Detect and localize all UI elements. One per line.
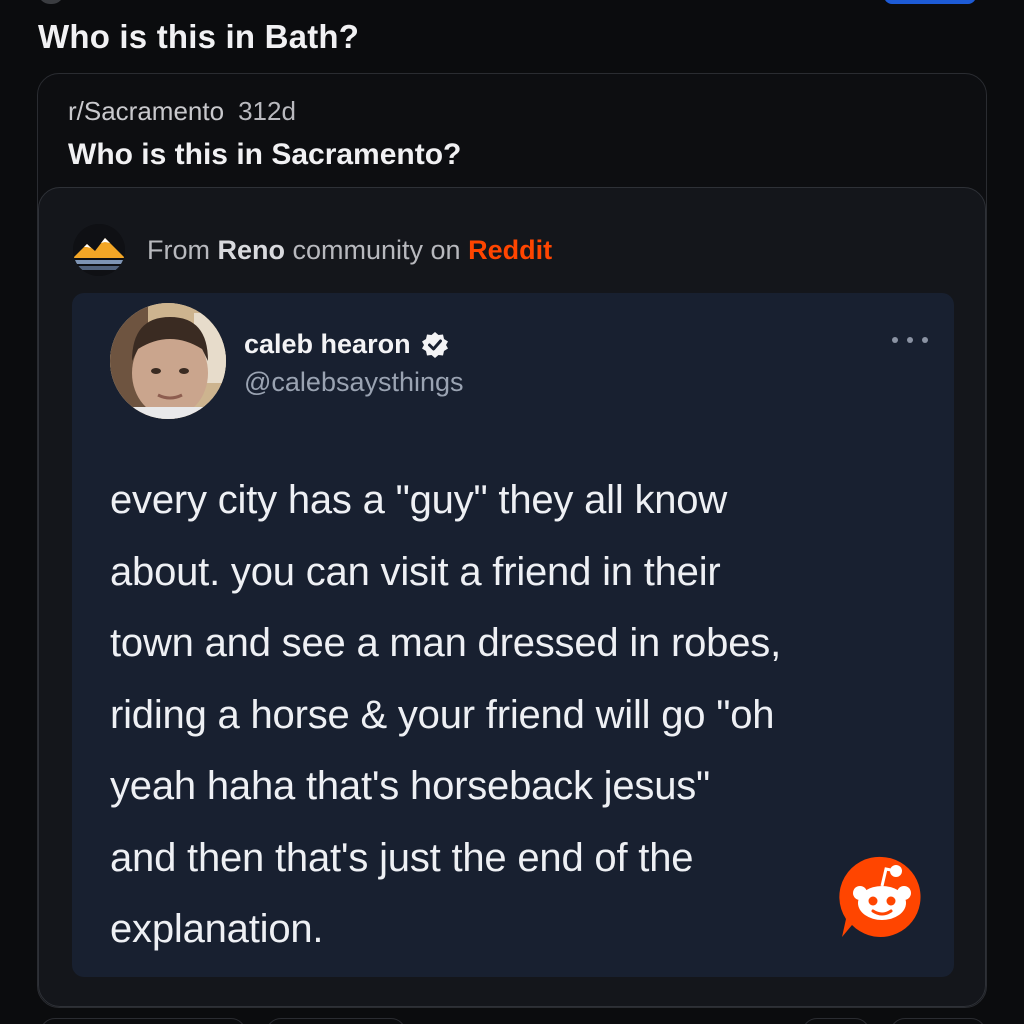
author-name: caleb hearon (244, 329, 449, 360)
author-name-text: caleb hearon (244, 329, 411, 359)
poster-avatar[interactable] (38, 0, 64, 4)
author-handle: @calebsaysthings (244, 367, 464, 397)
embed-source-text: From Reno community on Reddit (147, 235, 552, 266)
embed-header: From Reno community on Reddit (73, 224, 552, 276)
tweet-text: every city has a "guy" they all know abo… (110, 465, 940, 966)
crosspost-age: 312d (238, 96, 296, 126)
tweet-line: every city has a "guy" they all know (110, 478, 728, 522)
post-action-bar (0, 1014, 1024, 1024)
crosspost-subreddit[interactable]: r/Sacramento (68, 96, 224, 126)
crosspost-title[interactable]: Who is this in Sacramento? (68, 138, 461, 172)
tweet-line: and then that's just the end of the (110, 835, 694, 880)
tweet-line: about. you can visit a friend in their (110, 549, 721, 594)
tweet-image[interactable]: caleb hearon @calebsaysthings every city… (72, 293, 954, 977)
award-button[interactable] (802, 1018, 870, 1024)
crosspost-card[interactable]: r/Sacramento 312d Who is this in Sacramen… (37, 73, 987, 1008)
verified-check-icon (421, 331, 448, 358)
embed-platform-name[interactable]: Reddit (468, 235, 552, 265)
join-button[interactable] (884, 0, 976, 4)
embed-card[interactable]: From Reno community on Reddit caleb hear… (38, 187, 986, 1007)
embed-community-name[interactable]: Reno (218, 235, 286, 265)
more-horizontal-icon[interactable] (892, 333, 928, 347)
embed-source-middle: community on (285, 234, 469, 265)
reddit-snoo-icon (839, 856, 921, 937)
tweet-line: explanation. (110, 907, 324, 951)
tweet-line: yeah haha that's horseback jesus" (110, 764, 711, 808)
post-title: Who is this in Bath? (38, 18, 360, 55)
comments-button[interactable] (266, 1018, 406, 1024)
vote-button[interactable] (40, 1018, 246, 1024)
share-button[interactable] (890, 1018, 986, 1024)
tweet-line: riding a horse & your friend will go "oh (110, 692, 775, 737)
author-avatar (110, 303, 226, 419)
post-view: Who is this in Bath? r/Sacramento 312d Wh… (0, 0, 1024, 1024)
reno-mountains-icon (73, 224, 125, 276)
embed-source-prefix: From (147, 234, 218, 265)
crosspost-meta: r/Sacramento 312d (68, 96, 296, 127)
tweet-line: town and see a man dressed in robes, (110, 621, 781, 665)
